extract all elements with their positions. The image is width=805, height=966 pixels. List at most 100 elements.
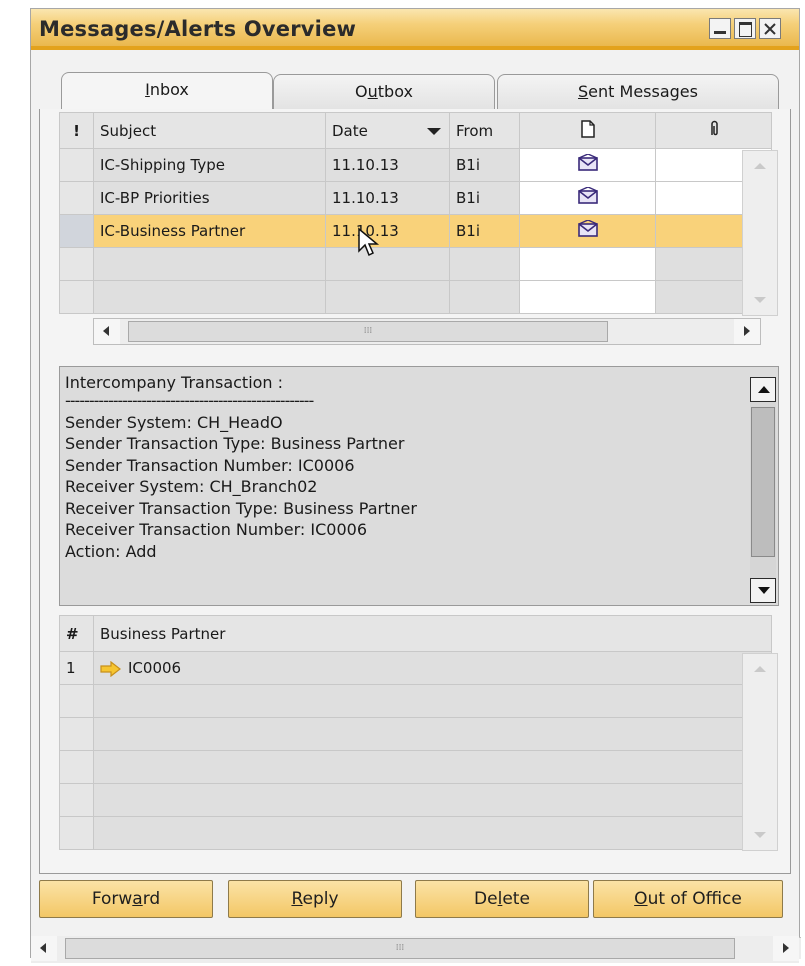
close-button[interactable] <box>759 18 781 39</box>
scroll-up-icon[interactable] <box>754 163 766 169</box>
subject-column-header[interactable]: Subject <box>93 112 326 149</box>
empty-cell[interactable] <box>93 684 772 718</box>
subject-cell[interactable]: IC-Shipping Type <box>93 148 326 182</box>
tab-inbox[interactable]: Inbox <box>61 72 273 110</box>
scroll-right-button[interactable] <box>773 936 799 961</box>
message-line: Receiver Transaction Number: IC0006 <box>65 520 367 539</box>
tab-sent-messages[interactable]: Sent Messages <box>497 74 779 110</box>
date-cell[interactable]: 11.10.13 <box>325 181 450 215</box>
business-partner-column-header[interactable]: Business Partner <box>93 615 772 652</box>
empty-cell[interactable] <box>519 280 656 314</box>
scroll-down-icon[interactable] <box>754 297 766 303</box>
row-header[interactable] <box>59 717 94 751</box>
from-column-header[interactable]: From <box>449 112 520 149</box>
messages-table: ! Subject Date From IC-Shipping Type 11.… <box>59 112 772 314</box>
empty-cell[interactable] <box>519 247 656 281</box>
scroll-left-button[interactable] <box>94 319 120 344</box>
from-cell[interactable]: B1i <box>449 148 520 182</box>
window-horizontal-scrollbar[interactable]: ⁞⁞⁞ <box>31 936 801 963</box>
scroll-up-icon[interactable] <box>754 666 766 672</box>
scroll-left-button[interactable] <box>31 936 57 961</box>
arrow-right-icon[interactable] <box>100 660 122 677</box>
table-row[interactable]: IC-Shipping Type 11.10.13 B1i <box>59 148 772 182</box>
row-header[interactable] <box>59 816 94 850</box>
empty-cell[interactable] <box>93 247 326 281</box>
row-header[interactable] <box>59 148 94 182</box>
from-cell[interactable]: B1i <box>449 181 520 215</box>
empty-cell[interactable] <box>93 280 326 314</box>
row-header[interactable] <box>59 280 94 314</box>
row-header[interactable] <box>59 783 94 817</box>
read-status-cell[interactable] <box>519 181 656 215</box>
business-partner-cell[interactable]: IC0006 <box>93 651 772 685</box>
message-line: Sender Transaction Type: Business Partne… <box>65 434 405 453</box>
minimize-button[interactable] <box>709 18 731 39</box>
scroll-down-button[interactable] <box>750 578 776 603</box>
delete-button[interactable]: Delete <box>415 880 589 918</box>
scroll-right-button[interactable] <box>734 319 760 344</box>
message-line: ----------------------------------------… <box>65 393 314 410</box>
table-row[interactable] <box>59 280 772 314</box>
empty-cell[interactable] <box>93 717 772 751</box>
scroll-thumb[interactable] <box>751 407 775 557</box>
message-line: Receiver Transaction Type: Business Part… <box>65 498 417 518</box>
subject-cell[interactable]: IC-Business Partner <box>93 214 326 248</box>
table-row[interactable] <box>59 684 772 718</box>
table-row[interactable] <box>59 717 772 751</box>
window-scroll-track[interactable]: ⁞⁞⁞ <box>31 936 799 963</box>
empty-cell[interactable] <box>325 280 450 314</box>
mouse-cursor-icon <box>358 227 380 257</box>
maximize-button[interactable] <box>734 18 756 39</box>
detail-vertical-scrollbar[interactable] <box>742 653 778 851</box>
scroll-down-icon[interactable] <box>754 832 766 838</box>
read-status-cell[interactable] <box>519 148 656 182</box>
new-column-header[interactable] <box>519 112 656 149</box>
subject-cell[interactable]: IC-BP Priorities <box>93 181 326 215</box>
scroll-thumb[interactable]: ⁞⁞⁞ <box>65 938 735 959</box>
empty-cell[interactable] <box>93 816 772 850</box>
attachment-column-header[interactable] <box>655 112 772 149</box>
from-cell[interactable]: B1i <box>449 214 520 248</box>
reply-button[interactable]: Reply <box>228 880 402 918</box>
row-header[interactable] <box>59 247 94 281</box>
table-row[interactable]: 1 IC0006 <box>59 651 772 685</box>
out-of-office-button[interactable]: Out of Office <box>593 880 783 918</box>
priority-column-header[interactable]: ! <box>59 112 94 149</box>
detail-header-row: # Business Partner <box>59 615 772 652</box>
date-cell[interactable]: 11.10.13 <box>325 148 450 182</box>
tab-strip: Inbox Outbox Sent Messages <box>61 72 779 110</box>
date-column-header[interactable]: Date <box>325 112 450 149</box>
table-row[interactable]: IC-BP Priorities 11.10.13 B1i <box>59 181 772 215</box>
window-title: Messages/Alerts Overview <box>39 17 357 41</box>
forward-button[interactable]: Forward <box>39 880 213 918</box>
scroll-thumb[interactable]: ⁞⁞⁞ <box>128 321 608 342</box>
row-header[interactable] <box>59 684 94 718</box>
messages-horizontal-scrollbar[interactable]: ⁞⁞⁞ <box>93 318 761 345</box>
tab-outbox[interactable]: Outbox <box>273 74 495 110</box>
envelope-icon <box>577 187 598 204</box>
scroll-up-button[interactable] <box>750 377 776 402</box>
table-row[interactable] <box>59 750 772 784</box>
read-status-cell[interactable] <box>519 214 656 248</box>
empty-cell[interactable] <box>449 247 520 281</box>
messages-vertical-scrollbar[interactable] <box>742 150 778 316</box>
business-partner-table: # Business Partner 1 IC0006 <box>59 615 772 850</box>
row-header[interactable] <box>59 750 94 784</box>
title-bar[interactable]: Messages/Alerts Overview <box>31 9 799 50</box>
table-row-selected[interactable]: IC-Business Partner 11.10.13 B1i <box>59 214 772 248</box>
envelope-icon <box>577 154 598 171</box>
number-column-header[interactable]: # <box>59 615 94 652</box>
empty-cell[interactable] <box>93 750 772 784</box>
empty-cell[interactable] <box>449 280 520 314</box>
row-header[interactable] <box>59 214 94 248</box>
table-row[interactable] <box>59 816 772 850</box>
empty-cell[interactable] <box>325 247 450 281</box>
table-row[interactable] <box>59 783 772 817</box>
date-cell[interactable]: 11.10.13 <box>325 214 450 248</box>
message-scrollbar[interactable] <box>750 377 776 603</box>
row-header[interactable] <box>59 181 94 215</box>
empty-cell[interactable] <box>93 783 772 817</box>
table-row[interactable] <box>59 247 772 281</box>
message-body[interactable]: Intercompany Transaction : -------------… <box>59 366 779 606</box>
paperclip-icon <box>710 120 718 135</box>
